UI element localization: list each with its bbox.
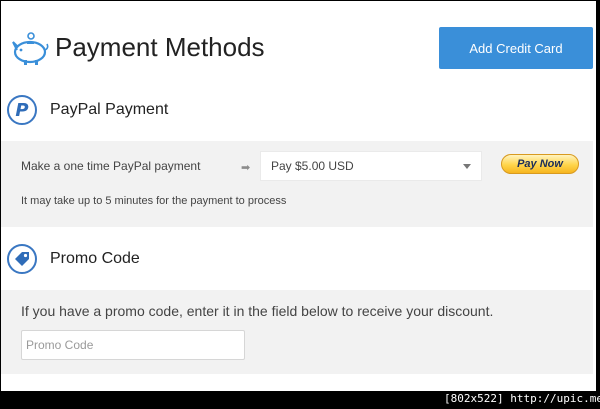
paypal-icon: P — [7, 95, 37, 125]
paypal-section-header: P PayPal Payment — [7, 94, 168, 126]
promo-section-header: Promo Code — [7, 243, 140, 275]
paypal-section-title: PayPal Payment — [50, 101, 169, 118]
payment-amount-value: Pay $5.00 USD — [271, 159, 354, 173]
payment-processing-note: It may take up to 5 minutes for the paym… — [21, 195, 287, 207]
window-right-edge — [596, 0, 600, 409]
chevron-down-icon — [463, 164, 471, 169]
add-credit-card-button[interactable]: Add Credit Card — [439, 27, 593, 69]
promo-description: If you have a promo code, enter it in th… — [21, 303, 494, 319]
tag-icon — [7, 244, 37, 274]
promo-section-title: Promo Code — [50, 250, 140, 267]
page-frame: Payment Methods Add Credit Card P PayPal… — [0, 0, 600, 409]
payment-amount-select[interactable]: Pay $5.00 USD — [260, 151, 482, 181]
tag-glyph — [15, 252, 29, 266]
arrow-right-icon: ➡ — [241, 162, 251, 174]
pay-now-button[interactable]: Pay Now — [501, 154, 579, 174]
paypal-panel: Make a one time PayPal payment ➡ Pay $5.… — [1, 141, 593, 227]
promo-code-input[interactable] — [21, 330, 245, 360]
page-header: Payment Methods Add Credit Card — [9, 27, 593, 71]
page-title: Payment Methods — [55, 32, 265, 62]
one-time-payment-label: Make a one time PayPal payment — [21, 159, 201, 173]
watermark-label: [802x522] http://upic.me/ — [444, 391, 600, 407]
promo-panel: If you have a promo code, enter it in th… — [1, 290, 593, 374]
piggy-bank-icon — [12, 32, 49, 65]
